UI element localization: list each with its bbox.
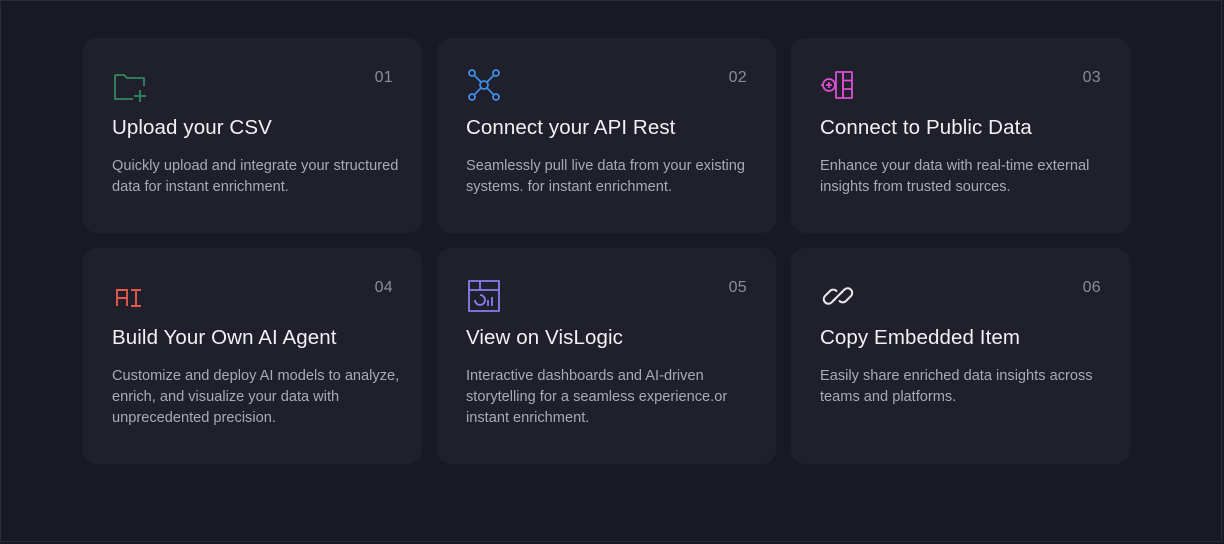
card-title: Build Your Own AI Agent (112, 326, 337, 349)
feature-card-api-rest[interactable]: 02 Connect your API Rest Seamlessly pull… (437, 38, 776, 233)
card-description: Customize and deploy AI models to analyz… (112, 368, 400, 426)
card-title: Upload your CSV (112, 116, 272, 139)
card-title: Copy Embedded Item (820, 326, 1021, 349)
card-description: Enhance your data with real-time externa… (820, 158, 1090, 195)
card-number: 04 (374, 279, 393, 296)
dashboard-icon (466, 278, 502, 314)
public-data-icon (820, 68, 856, 104)
link-icon (820, 278, 856, 314)
card-number: 03 (1082, 69, 1101, 86)
card-number: 05 (728, 279, 747, 296)
card-description: Quickly upload and integrate your struct… (112, 158, 399, 195)
feature-card-upload-csv[interactable]: 01 Upload your CSV Quickly upload and in… (83, 38, 422, 233)
feature-card-public-data[interactable]: 03 Connect to Public Data Enhance your d… (791, 38, 1130, 233)
card-title: Connect your API Rest (466, 116, 676, 139)
feature-grid: 01 Upload your CSV Quickly upload and in… (83, 38, 1130, 464)
card-number: 01 (374, 69, 393, 86)
card-description: Seamlessly pull live data from your exis… (466, 158, 746, 195)
api-network-icon (466, 68, 502, 104)
card-description: Easily share enriched data insights acro… (820, 368, 1093, 405)
folder-plus-icon (112, 68, 148, 104)
ai-icon (112, 278, 148, 314)
card-title: View on VisLogic (466, 326, 623, 349)
feature-card-vislogic[interactable]: 05 View on VisLogic Interactive dashboar… (437, 248, 776, 464)
card-number: 02 (728, 69, 747, 86)
feature-card-copy-embedded[interactable]: 06 Copy Embedded Item Easily share enric… (791, 248, 1130, 464)
feature-card-ai-agent[interactable]: 04 Build Your Own AI Agent Customize and… (83, 248, 422, 464)
card-number: 06 (1082, 279, 1101, 296)
card-title: Connect to Public Data (820, 116, 1032, 139)
card-description: Interactive dashboards and AI-driven sto… (466, 368, 728, 426)
